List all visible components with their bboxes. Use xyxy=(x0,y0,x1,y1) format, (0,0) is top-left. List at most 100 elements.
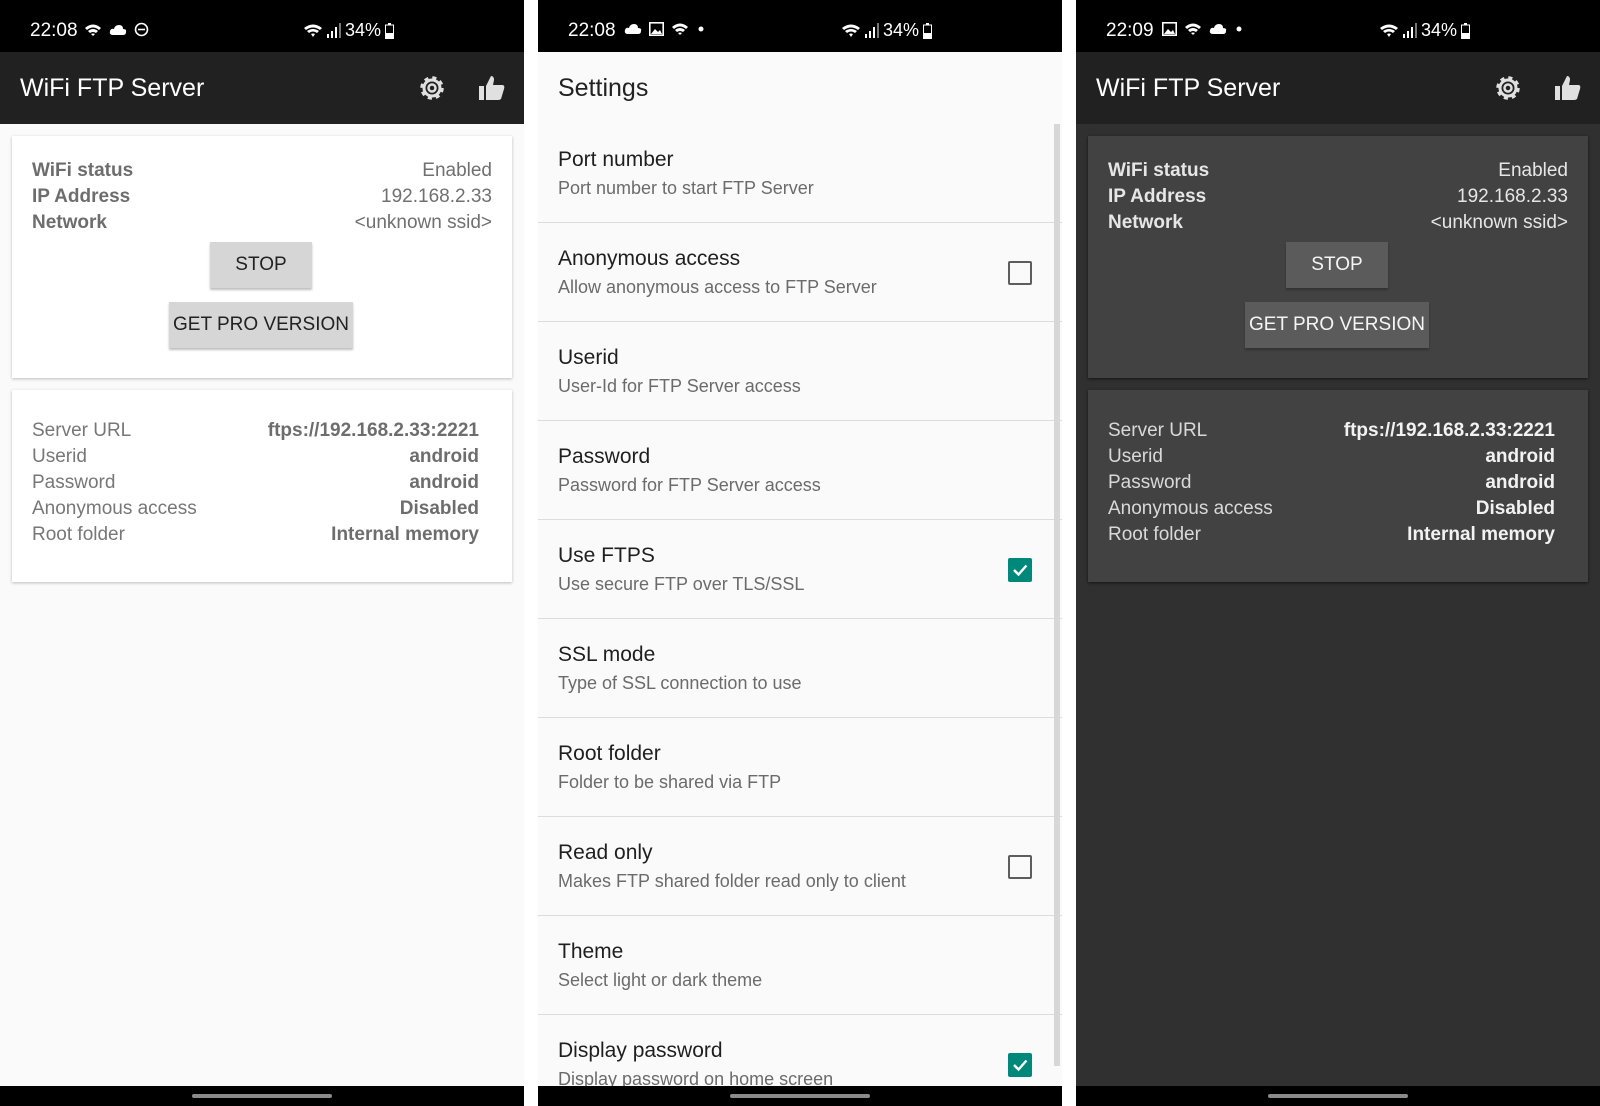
info-row: Server URL ftps://192.168.2.33:2221 xyxy=(1108,420,1555,446)
setting-anonymous-access[interactable]: Anonymous access Allow anonymous access … xyxy=(538,223,1062,322)
status-time: 22:09 xyxy=(1106,20,1154,41)
scrollbar[interactable] xyxy=(1054,124,1060,1066)
server-url-value: ftps://192.168.2.33:2221 xyxy=(1343,420,1555,441)
wifi-icon xyxy=(1185,23,1201,35)
anonymous-access-label: Anonymous access xyxy=(32,498,197,519)
get-pro-version-button[interactable]: GET PRO VERSION xyxy=(1245,302,1429,348)
setting-summary: Allow anonymous access to FTP Server xyxy=(558,277,877,297)
app-title: WiFi FTP Server xyxy=(1096,74,1281,102)
setting-title: Display password xyxy=(558,1039,723,1062)
server-url-label: Server URL xyxy=(32,420,132,441)
use-ftps-checkbox[interactable] xyxy=(1008,558,1032,582)
checkmark-icon xyxy=(1013,1059,1028,1072)
status-row: WiFi status Enabled xyxy=(32,160,492,186)
navigation-bar xyxy=(538,1086,1062,1106)
dot-icon xyxy=(1236,26,1242,32)
userid-value: android xyxy=(409,446,479,467)
setting-port-number[interactable]: Port number Port number to start FTP Ser… xyxy=(538,124,1062,223)
app-bar: WiFi FTP Server xyxy=(0,52,524,124)
home-gesture-handle[interactable] xyxy=(192,1094,332,1098)
image-icon xyxy=(649,22,664,36)
app-title: WiFi FTP Server xyxy=(20,74,205,102)
battery-percent: 34% xyxy=(344,20,381,40)
setting-title: Use FTPS xyxy=(558,544,655,567)
setting-summary: Password for FTP Server access xyxy=(558,475,821,495)
root-folder-label: Root folder xyxy=(1108,524,1201,545)
password-label: Password xyxy=(1108,472,1192,493)
info-row: Server URL ftps://192.168.2.33:2221 xyxy=(32,420,479,446)
setting-ssl-mode[interactable]: SSL mode Type of SSL connection to use xyxy=(538,619,1062,718)
gear-icon[interactable] xyxy=(416,72,448,104)
cell-signal-icon xyxy=(326,23,341,38)
cloud-icon xyxy=(624,24,642,34)
setting-use-ftps[interactable]: Use FTPS Use secure FTP over TLS/SSL xyxy=(538,520,1062,619)
setting-title: Root folder xyxy=(558,742,661,765)
image-icon xyxy=(1162,22,1177,36)
get-pro-version-button[interactable]: GET PRO VERSION xyxy=(169,302,353,348)
display-password-checkbox[interactable] xyxy=(1008,1053,1032,1077)
checkmark-icon xyxy=(1013,564,1028,577)
battery-icon xyxy=(923,22,932,39)
setting-summary: Display password on home screen xyxy=(558,1069,834,1086)
status-row: Network <unknown ssid> xyxy=(32,212,492,238)
server-info-card: Server URL ftps://192.168.2.33:2221 User… xyxy=(1088,390,1588,582)
anonymous-access-value: Disabled xyxy=(1475,498,1555,519)
setting-read-only[interactable]: Read only Makes FTP shared folder read o… xyxy=(538,817,1062,916)
root-folder-value: Internal memory xyxy=(1407,524,1555,545)
phone-screen-dark-main: 22:09 34% WiFi FTP Server WiFi status En… xyxy=(1076,0,1600,1106)
setting-password[interactable]: Password Password for FTP Server access xyxy=(538,421,1062,520)
info-row: Password android xyxy=(1108,472,1555,498)
battery-percent: 34% xyxy=(882,20,919,40)
gear-icon[interactable] xyxy=(1492,72,1524,104)
read-only-checkbox[interactable] xyxy=(1008,855,1032,879)
server-info-card: Server URL ftps://192.168.2.33:2221 User… xyxy=(12,390,512,582)
setting-title: Password xyxy=(558,445,651,468)
app-bar: WiFi FTP Server xyxy=(1076,52,1600,124)
page-title: Settings xyxy=(558,74,649,102)
ip-address-value: 192.168.2.33 xyxy=(1457,186,1568,207)
status-row: IP Address 192.168.2.33 xyxy=(32,186,492,212)
setting-theme[interactable]: Theme Select light or dark theme xyxy=(538,916,1062,1015)
setting-title: SSL mode xyxy=(558,643,656,666)
wifi-signal-icon xyxy=(1379,24,1398,37)
network-label: Network xyxy=(32,212,107,233)
home-gesture-handle[interactable] xyxy=(730,1094,870,1098)
battery-icon xyxy=(385,22,394,39)
wifi-status-value: Enabled xyxy=(422,160,492,181)
wifi-status-value: Enabled xyxy=(1498,160,1568,181)
dnd-icon xyxy=(134,22,149,37)
status-row: WiFi status Enabled xyxy=(1108,160,1568,186)
home-gesture-handle[interactable] xyxy=(1268,1094,1408,1098)
anonymous-access-checkbox[interactable] xyxy=(1008,261,1032,285)
stop-button[interactable]: STOP xyxy=(1286,242,1388,288)
stop-button[interactable]: STOP xyxy=(210,242,312,288)
status-card: WiFi status Enabled IP Address 192.168.2… xyxy=(12,136,512,378)
phone-screen-settings: 22:08 34% Settings Port number Port numb… xyxy=(538,0,1062,1106)
thumbs-up-icon[interactable] xyxy=(476,72,508,104)
setting-userid[interactable]: Userid User-Id for FTP Server access xyxy=(538,322,1062,421)
info-row: Root folder Internal memory xyxy=(32,524,479,550)
wifi-icon xyxy=(672,23,688,35)
setting-root-folder[interactable]: Root folder Folder to be shared via FTP xyxy=(538,718,1062,817)
info-row: Root folder Internal memory xyxy=(1108,524,1555,550)
cell-signal-icon xyxy=(864,23,879,38)
setting-summary: Port number to start FTP Server xyxy=(558,178,814,198)
setting-title: Theme xyxy=(558,940,624,963)
network-value: <unknown ssid> xyxy=(1430,212,1568,233)
userid-label: Userid xyxy=(32,446,87,467)
dot-icon xyxy=(698,26,704,32)
setting-title: Userid xyxy=(558,346,619,369)
status-row: IP Address 192.168.2.33 xyxy=(1108,186,1568,212)
wifi-signal-icon xyxy=(303,24,322,37)
status-time: 22:08 xyxy=(568,20,616,41)
thumbs-up-icon[interactable] xyxy=(1552,72,1584,104)
setting-title: Anonymous access xyxy=(558,247,741,270)
status-row: Network <unknown ssid> xyxy=(1108,212,1568,238)
wifi-icon xyxy=(85,24,101,36)
info-row: Userid android xyxy=(32,446,479,472)
status-bar: 22:08 34% xyxy=(0,0,524,52)
setting-display-password[interactable]: Display password Display password on hom… xyxy=(538,1015,1062,1086)
status-time: 22:08 xyxy=(30,20,78,41)
info-row: Anonymous access Disabled xyxy=(32,498,479,524)
root-folder-value: Internal memory xyxy=(331,524,479,545)
